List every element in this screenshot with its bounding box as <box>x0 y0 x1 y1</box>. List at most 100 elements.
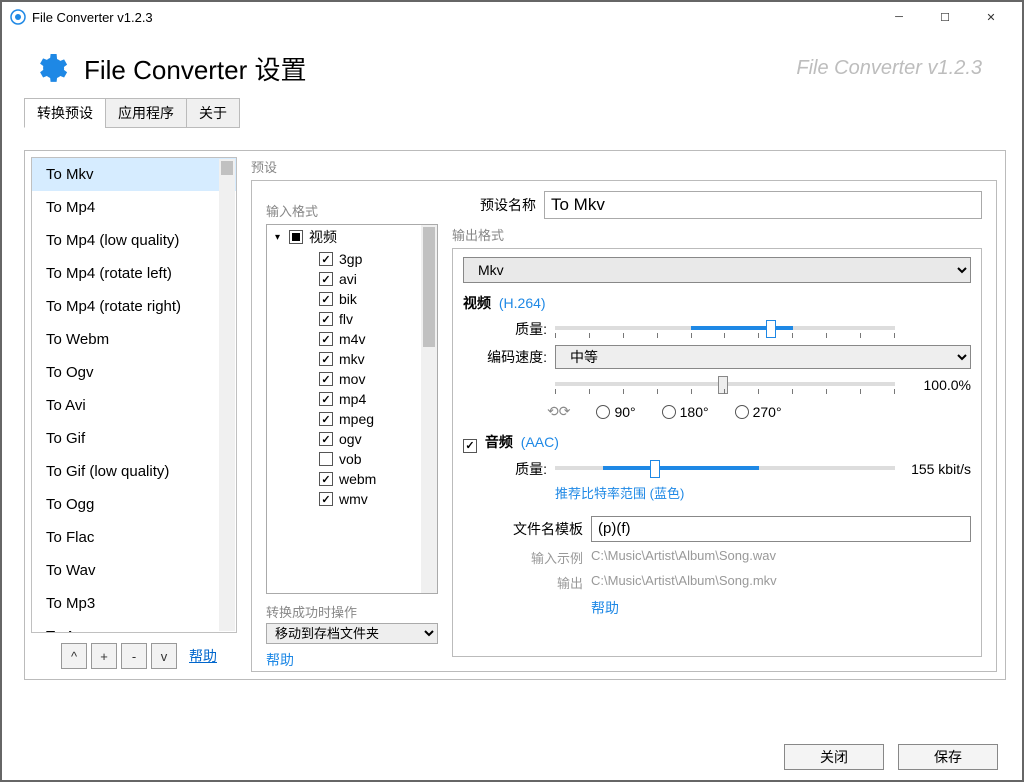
format-checkbox[interactable] <box>319 392 333 406</box>
preset-item[interactable]: To Mp4 (low quality) <box>32 224 236 257</box>
tab-about[interactable]: 关于 <box>186 98 240 128</box>
format-checkbox[interactable] <box>319 252 333 266</box>
example-out-value: C:\Music\Artist\Album\Song.mkv <box>591 573 777 592</box>
tab-application[interactable]: 应用程序 <box>105 98 187 128</box>
input-formats-label: 输入格式 <box>266 201 438 220</box>
format-item[interactable]: avi <box>267 269 421 289</box>
group-checkbox[interactable] <box>289 230 303 244</box>
preset-item[interactable]: To Mkv <box>32 158 236 191</box>
format-checkbox[interactable] <box>319 432 333 446</box>
footer: 关闭 保存 <box>784 744 998 770</box>
format-checkbox[interactable] <box>319 292 333 306</box>
encode-speed-select[interactable]: 中等 <box>555 345 971 369</box>
format-item[interactable]: flv <box>267 309 421 329</box>
save-button[interactable]: 保存 <box>898 744 998 770</box>
format-item[interactable]: vob <box>267 449 421 469</box>
version-label: File Converter v1.2.3 <box>796 57 982 80</box>
format-item[interactable]: ogv <box>267 429 421 449</box>
example-in-label: 输入示例 <box>463 548 583 567</box>
format-checkbox[interactable] <box>319 412 333 426</box>
audio-header: 音频 <box>485 434 513 450</box>
format-checkbox[interactable] <box>319 492 333 506</box>
preset-add-button[interactable]: + <box>91 643 117 669</box>
preset-box: 输入格式 ▾ 视频 3gpavibikflvm4vmkvmovmp4mpegog… <box>251 180 997 672</box>
preset-item[interactable]: To Ogg <box>32 488 236 521</box>
preset-item[interactable]: To Mp4 (rotate left) <box>32 257 236 290</box>
format-item[interactable]: 3gp <box>267 249 421 269</box>
filename-template-input[interactable] <box>591 516 971 542</box>
output-format-select[interactable]: Mkv <box>463 257 971 283</box>
preset-item[interactable]: To Ogv <box>32 356 236 389</box>
format-item[interactable]: mov <box>267 369 421 389</box>
format-group-video[interactable]: ▾ 视频 <box>267 225 421 249</box>
preset-name-label: 预设名称 <box>452 195 536 215</box>
window-title: File Converter v1.2.3 <box>32 10 153 25</box>
bitrate-recommend: 推荐比特率范围 (蓝色) <box>555 483 971 502</box>
preset-move-up-button[interactable]: ^ <box>61 643 87 669</box>
preset-item[interactable]: To Mp4 (rotate right) <box>32 290 236 323</box>
scale-value: 100.0% <box>901 377 971 393</box>
preset-item[interactable]: To Avi <box>32 389 236 422</box>
maximize-button[interactable]: ☐ <box>922 3 968 31</box>
tabs: 转换预设 应用程序 关于 <box>2 97 1022 127</box>
audio-codec: (AAC) <box>521 434 559 450</box>
input-help-link[interactable]: 帮助 <box>266 652 294 668</box>
format-item[interactable]: m4v <box>267 329 421 349</box>
preset-item[interactable]: To Wav <box>32 554 236 587</box>
format-item[interactable]: mkv <box>267 349 421 369</box>
output-format-label: 输出格式 <box>452 225 982 244</box>
format-item[interactable]: mpeg <box>267 409 421 429</box>
preset-item[interactable]: To Aac <box>32 620 236 633</box>
preset-scrollbar[interactable] <box>219 159 235 631</box>
video-quality-slider[interactable] <box>555 319 895 339</box>
preset-item[interactable]: To Mp3 <box>32 587 236 620</box>
close-dialog-button[interactable]: 关闭 <box>784 744 884 770</box>
audio-enable-checkbox[interactable] <box>463 439 477 453</box>
audio-bitrate: 155 kbit/s <box>901 461 971 477</box>
video-quality-label: 质量: <box>463 319 547 339</box>
rotation-270[interactable]: 270° <box>735 404 782 420</box>
format-checkbox[interactable] <box>319 452 333 466</box>
format-checkbox[interactable] <box>319 332 333 346</box>
tab-presets[interactable]: 转换预设 <box>24 98 106 128</box>
gear-icon <box>32 51 68 87</box>
preset-scroll[interactable]: To MkvTo Mp4To Mp4 (low quality)To Mp4 (… <box>31 157 237 633</box>
preset-help-link[interactable]: 帮助 <box>189 646 217 666</box>
preset-item[interactable]: To Gif <box>32 422 236 455</box>
filename-help-link[interactable]: 帮助 <box>591 598 971 618</box>
format-checkbox[interactable] <box>319 352 333 366</box>
after-action-select[interactable]: 移动到存档文件夹 <box>266 623 438 644</box>
preset-item[interactable]: To Gif (low quality) <box>32 455 236 488</box>
minimize-button[interactable]: ─ <box>876 3 922 31</box>
tab-content: To MkvTo Mp4To Mp4 (low quality)To Mp4 (… <box>24 150 1006 680</box>
preset-remove-button[interactable]: - <box>121 643 147 669</box>
titlebar: File Converter v1.2.3 ─ ☐ ✕ <box>2 2 1022 32</box>
preset-name-input[interactable] <box>544 191 982 219</box>
rotation-90[interactable]: 90° <box>596 404 635 420</box>
collapse-icon[interactable]: ▾ <box>275 232 285 243</box>
format-item[interactable]: webm <box>267 469 421 489</box>
close-button[interactable]: ✕ <box>968 3 1014 31</box>
format-item[interactable]: bik <box>267 289 421 309</box>
preset-item[interactable]: To Flac <box>32 521 236 554</box>
preset-item[interactable]: To Webm <box>32 323 236 356</box>
format-checkbox[interactable] <box>319 372 333 386</box>
format-item[interactable]: mp4 <box>267 389 421 409</box>
encode-speed-label: 编码速度: <box>463 347 547 367</box>
format-checkbox[interactable] <box>319 312 333 326</box>
preset-list: To MkvTo Mp4To Mp4 (low quality)To Mp4 (… <box>31 157 237 673</box>
preset-move-down-button[interactable]: v <box>151 643 177 669</box>
format-checkbox[interactable] <box>319 472 333 486</box>
audio-quality-label: 质量: <box>463 459 547 479</box>
format-item[interactable]: wmv <box>267 489 421 509</box>
video-header: 视频 <box>463 295 491 311</box>
audio-quality-slider[interactable] <box>555 459 895 479</box>
format-checkbox[interactable] <box>319 272 333 286</box>
rotation-180[interactable]: 180° <box>662 404 709 420</box>
example-in-value: C:\Music\Artist\Album\Song.wav <box>591 548 776 567</box>
input-formats-list[interactable]: ▾ 视频 3gpavibikflvm4vmkvmovmp4mpegogvvobw… <box>266 224 438 594</box>
scale-slider[interactable] <box>555 375 895 395</box>
app-icon <box>10 9 26 25</box>
input-scrollbar[interactable] <box>421 225 437 593</box>
preset-item[interactable]: To Mp4 <box>32 191 236 224</box>
